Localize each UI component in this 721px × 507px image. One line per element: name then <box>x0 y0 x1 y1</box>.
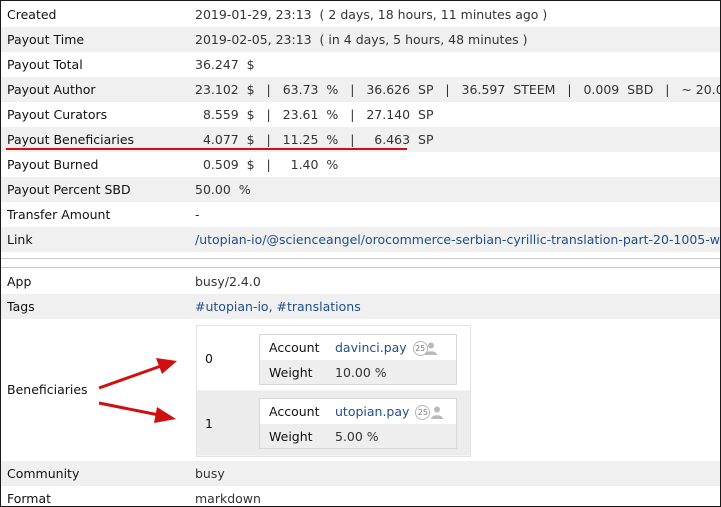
annotation-arrow <box>98 401 160 417</box>
annotation-arrowhead <box>154 407 176 423</box>
annotation-arrows <box>98 358 177 423</box>
annotation-arrow <box>98 364 162 390</box>
steem-post-details-panel: Created 2019-01-29, 23:13 ( 2 days, 18 h… <box>0 0 721 507</box>
annotation-arrowhead <box>156 358 177 374</box>
